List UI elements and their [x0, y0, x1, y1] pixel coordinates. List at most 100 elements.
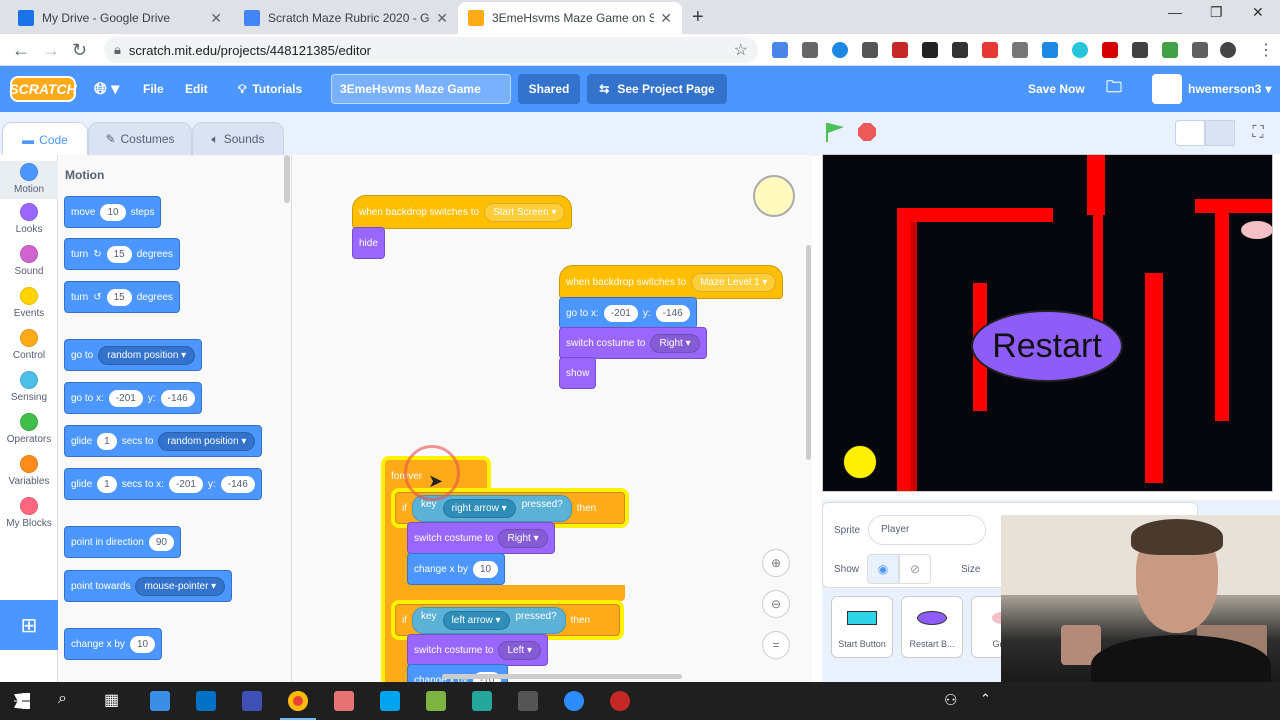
reload-icon[interactable]: ↻	[72, 40, 87, 61]
sprite-thumb-restart-button[interactable]: Restart B...	[901, 596, 963, 658]
workspace-hscrollbar[interactable]	[442, 674, 682, 679]
script-workspace[interactable]: when backdrop switches to Start Screen ▾ …	[292, 155, 812, 682]
extension-icon[interactable]	[982, 42, 998, 58]
save-now-button[interactable]: Save Now	[1028, 66, 1085, 112]
chrome-icon[interactable]	[288, 691, 308, 711]
window-close-icon[interactable]: ✕	[1252, 4, 1264, 21]
category-events[interactable]: Events	[0, 287, 58, 319]
app-icon[interactable]	[472, 691, 492, 711]
qr-icon[interactable]	[922, 42, 938, 58]
extension-icon[interactable]	[1132, 42, 1148, 58]
key-dropdown[interactable]: left arrow ▾	[442, 610, 510, 630]
menu-icon[interactable]: ⋮	[1258, 40, 1274, 60]
people-icon[interactable]: ⚇	[944, 691, 957, 709]
zoom-out-icon[interactable]: ⊖	[762, 590, 790, 618]
shared-button[interactable]: Shared	[518, 74, 580, 104]
sprite-thumb-start-button[interactable]: Start Button	[831, 596, 893, 658]
url-bar[interactable]: 🔒︎ scratch.mit.edu/projects/448121385/ed…	[104, 37, 758, 63]
glide-xy-block[interactable]: glide 1 secs to x: -201 y: -146	[64, 468, 262, 500]
category-operators[interactable]: Operators	[0, 413, 58, 445]
minimize-icon[interactable]: —	[1168, 4, 1182, 20]
change-x-block[interactable]: change x by 10	[407, 553, 506, 585]
block-input[interactable]: -201	[168, 475, 203, 493]
app-icon[interactable]	[380, 691, 400, 711]
tab-sounds[interactable]: 🔈︎ Sounds	[192, 122, 284, 156]
switch-costume-block[interactable]: switch costume to Right ▾	[559, 327, 707, 359]
block-input[interactable]: 15	[106, 288, 132, 306]
app-icon[interactable]	[334, 691, 354, 711]
key-pressed-block[interactable]: key left arrow ▾ pressed?	[412, 606, 566, 634]
goto-block[interactable]: go to random position ▾	[64, 339, 203, 371]
close-icon[interactable]: ✕	[660, 10, 672, 27]
block-input[interactable]: 10	[129, 635, 156, 653]
app-icon[interactable]	[610, 691, 630, 711]
chevron-up-icon[interactable]: ⌃	[980, 691, 991, 707]
project-title-input[interactable]: 3EmeHsvms Maze Game	[331, 74, 511, 104]
close-icon[interactable]: ✕	[210, 10, 222, 27]
search-icon[interactable]: ⌕	[58, 690, 67, 708]
add-extension-button[interactable]: ⊞	[0, 600, 58, 650]
turn-left-block[interactable]: turn ↺ 15 degrees	[64, 281, 180, 313]
block-input[interactable]: 1	[97, 432, 117, 450]
scratch-logo[interactable]: SCRATCH	[9, 76, 77, 102]
puzzle-icon[interactable]	[1192, 42, 1208, 58]
task-view-icon[interactable]: ▦	[104, 690, 119, 710]
category-variables[interactable]: Variables	[0, 455, 58, 487]
player-sprite[interactable]	[843, 445, 877, 479]
goto-xy-block[interactable]: go to x: -201 y: -146	[64, 382, 202, 414]
costume-dropdown[interactable]: Right ▾	[650, 333, 700, 353]
point-direction-block[interactable]: point in direction 90	[64, 526, 181, 558]
extension-icon[interactable]	[892, 42, 908, 58]
category-my-blocks[interactable]: My Blocks	[0, 497, 58, 529]
edit-menu[interactable]: Edit	[185, 66, 208, 112]
block-input[interactable]: 90	[148, 533, 174, 551]
change-x-block[interactable]: change x by-10	[407, 664, 509, 682]
extension-icon[interactable]	[1072, 42, 1088, 58]
towards-dropdown[interactable]: mouse-pointer ▾	[135, 576, 226, 596]
glide-block[interactable]: glide 1 secs to random position ▾	[64, 425, 263, 457]
if-left-arrow-block[interactable]: if key left arrow ▾ pressed? then	[395, 604, 620, 636]
green-flag-icon[interactable]	[826, 123, 844, 142]
block-input[interactable]: -201	[108, 389, 143, 407]
fullscreen-icon[interactable]: ⛶	[1244, 120, 1272, 146]
category-sensing[interactable]: Sensing	[0, 371, 58, 403]
stage-canvas[interactable]: Restart	[822, 154, 1273, 492]
switch-costume-block[interactable]: switch costume to Right ▾	[407, 522, 555, 554]
category-motion[interactable]: Motion	[0, 161, 58, 199]
file-explorer-icon[interactable]	[150, 691, 170, 711]
backdrop-dropdown[interactable]: Start Screen ▾	[484, 202, 566, 222]
category-sound[interactable]: Sound	[0, 245, 58, 277]
extension-icon[interactable]	[952, 42, 968, 58]
browser-tab-rubric[interactable]: Scratch Maze Rubric 2020 - Goo ✕	[234, 2, 458, 34]
when-backdrop-hat-block[interactable]: when backdrop switches to Maze Level 1 ▾	[559, 265, 784, 299]
show-block[interactable]: show	[559, 357, 597, 389]
backdrop-dropdown[interactable]: Maze Level 1 ▾	[691, 272, 777, 292]
stop-icon[interactable]	[858, 123, 876, 141]
browser-tab-drive[interactable]: My Drive - Google Drive ✕	[8, 2, 232, 34]
star-icon[interactable]: ☆	[734, 40, 748, 60]
large-stage-icon[interactable]	[1205, 120, 1235, 146]
file-menu[interactable]: File	[143, 66, 164, 112]
avatar[interactable]	[1152, 74, 1182, 104]
palette-scrollbar[interactable]	[284, 155, 290, 203]
when-backdrop-hat-block[interactable]: when backdrop switches to Start Screen ▾	[352, 195, 573, 229]
tab-code[interactable]: ▬ Code	[2, 122, 88, 156]
move-block[interactable]: move 10 steps	[64, 196, 162, 228]
change-x-block[interactable]: change x by 10	[64, 628, 163, 660]
goto-dropdown[interactable]: random position ▾	[98, 345, 196, 365]
restore-icon[interactable]: ❐	[1210, 4, 1223, 21]
hide-block[interactable]: hide	[352, 227, 385, 259]
block-input[interactable]: -146	[220, 475, 255, 493]
zoom-app-icon[interactable]	[564, 691, 584, 711]
see-project-page-button[interactable]: ⇆ See Project Page	[587, 74, 727, 104]
block-input[interactable]: 10	[472, 560, 499, 578]
profile-icon[interactable]	[1220, 42, 1236, 58]
zoom-in-icon[interactable]: ⊕	[762, 549, 790, 577]
extension-icon[interactable]	[1162, 42, 1178, 58]
extension-icon[interactable]	[772, 42, 788, 58]
outlook-icon[interactable]	[196, 691, 216, 711]
new-tab-button[interactable]: +	[692, 6, 704, 29]
sprite-name-input[interactable]: Player	[868, 515, 986, 545]
tutorials-button[interactable]: 💡︎ Tutorials	[238, 66, 302, 112]
back-icon[interactable]: ←	[12, 40, 30, 61]
